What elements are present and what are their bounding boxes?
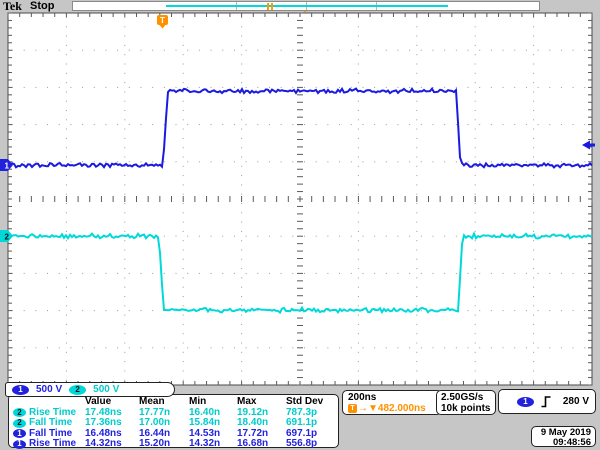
svg-text:2: 2 <box>5 233 10 242</box>
col-min: Min <box>189 397 237 407</box>
rising-edge-slope-icon <box>540 395 552 408</box>
acquisition-status: Stop <box>30 0 54 12</box>
header-bar: Tek Stop <box>0 0 600 13</box>
trigger-delay-value: 482.000ns <box>378 403 426 414</box>
col-std: Std Dev <box>286 397 338 407</box>
timebase-scale: 200ns <box>348 392 441 403</box>
svg-text:1: 1 <box>5 162 10 171</box>
row-ch-badge: 1 <box>13 429 26 438</box>
trigger-readout[interactable]: 1 280 V <box>498 389 596 414</box>
channel-scale-readout[interactable]: 1 500 V 2 500 V <box>5 382 175 397</box>
svg-text:T: T <box>160 16 165 25</box>
row-ch-badge: 2 <box>13 408 26 417</box>
time-label: 09:48:56 <box>532 438 591 448</box>
ch1-scale: 500 V <box>36 384 62 395</box>
ch2-scale: 500 V <box>93 384 119 395</box>
record-window-bracket <box>271 3 273 10</box>
trigger-delay-arrows: →▼ <box>358 403 378 414</box>
datetime-readout: 9 May 2019 09:48:56 <box>531 426 596 447</box>
trigger-delay-t-icon: T <box>348 404 357 413</box>
oscilloscope-screen: T 1 2 Tek Stop 1 500 V 2 500 V Value Mea… <box>0 0 600 450</box>
trigger-delay-readout: T →▼ 482.000ns <box>348 403 441 414</box>
record-view-bar <box>72 1 540 11</box>
sample-rate: 2.50GS/s <box>441 392 495 403</box>
col-mean: Mean <box>139 397 189 407</box>
ch1-badge[interactable]: 1 <box>12 385 29 395</box>
record-window-bracket <box>267 3 269 10</box>
ch2-badge[interactable]: 2 <box>69 385 86 395</box>
col-value: Value <box>85 397 139 407</box>
measurement-table: Value Mean Min Max Std Dev 2Rise Time 17… <box>8 394 339 448</box>
timebase-readout[interactable]: 200ns T →▼ 482.000ns <box>342 390 442 415</box>
col-max: Max <box>237 397 286 407</box>
record-length: 10k points <box>441 403 495 414</box>
trigger-source-badge: 1 <box>517 397 534 407</box>
record-waveform-preview <box>166 5 448 7</box>
acquisition-readout[interactable]: 2.50GS/s 10k points <box>436 390 496 415</box>
measurement-row: 1Rise Time 14.32ns 15.20n 14.32n 16.68n … <box>13 439 338 450</box>
row-ch-badge: 2 <box>13 419 26 428</box>
row-ch-badge: 1 <box>13 440 26 449</box>
trigger-level-value: 280 V <box>563 396 589 407</box>
measurement-row: 2Fall Time 17.36ns 17.00n 15.84n 18.40n … <box>13 418 338 429</box>
tek-logo: Tek <box>3 0 22 14</box>
measurement-header-row: Value Mean Min Max Std Dev <box>13 397 338 408</box>
